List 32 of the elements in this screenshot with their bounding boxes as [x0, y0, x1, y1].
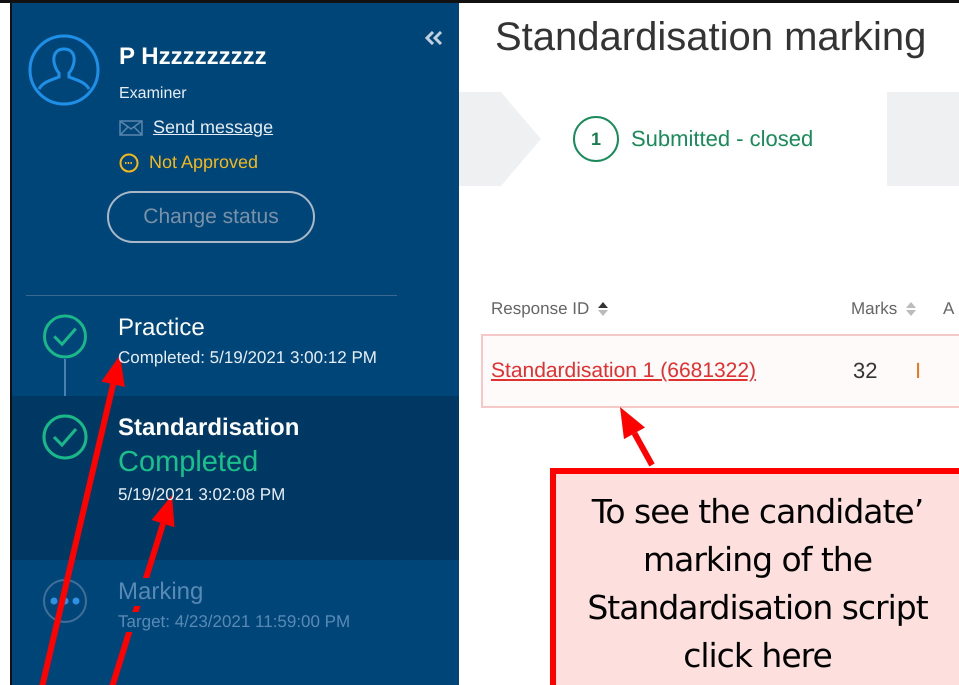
sort-icon[interactable]	[597, 301, 610, 317]
callout-text: To see the candidate’	[592, 491, 924, 533]
stepper-step[interactable]: 1 Submitted - closed	[501, 92, 887, 186]
step-item[interactable]: Standardisation Completed 5/19/2021 3:02:08 PM	[12, 396, 459, 560]
page-title: Standardisation marking	[495, 15, 928, 60]
approval-status: Not Approved	[149, 152, 258, 173]
user-name: P Hzzzzzzzzz	[119, 43, 268, 71]
avatar-icon	[27, 33, 101, 107]
status-icon	[119, 152, 139, 172]
column-header[interactable]: A	[943, 299, 954, 319]
step-status: Completed	[118, 446, 258, 480]
callout-text: marking of the	[642, 539, 872, 581]
response-link[interactable]: Standardisation 1 (6681322)	[491, 359, 756, 382]
step-title: Standardisation	[118, 414, 300, 442]
column-header[interactable]: Marks	[851, 299, 898, 319]
step-label: Submitted - closed	[631, 126, 814, 152]
step-detail: Target: 4/23/2021 11:59:00 PM	[118, 612, 350, 632]
table-cell: I	[915, 358, 922, 384]
mail-icon	[119, 120, 143, 136]
marks-cell-text: 32	[853, 358, 878, 384]
step-title: Marking	[118, 578, 204, 606]
callout-text: Standardisation script	[587, 587, 928, 629]
collapse-icon[interactable]	[425, 31, 443, 45]
callout-text: click here	[683, 635, 832, 677]
step-detail: 5/19/2021 3:02:08 PM	[118, 485, 286, 506]
column-header[interactable]: Response ID	[491, 299, 590, 319]
user-role: Examiner	[119, 85, 188, 103]
step-title: Practice	[118, 314, 205, 342]
step-number: 1	[573, 116, 619, 162]
send-message-link[interactable]: Send message	[153, 117, 274, 138]
step-detail: Completed: 5/19/2021 3:00:12 PM	[118, 348, 377, 368]
arrow	[620, 407, 655, 466]
